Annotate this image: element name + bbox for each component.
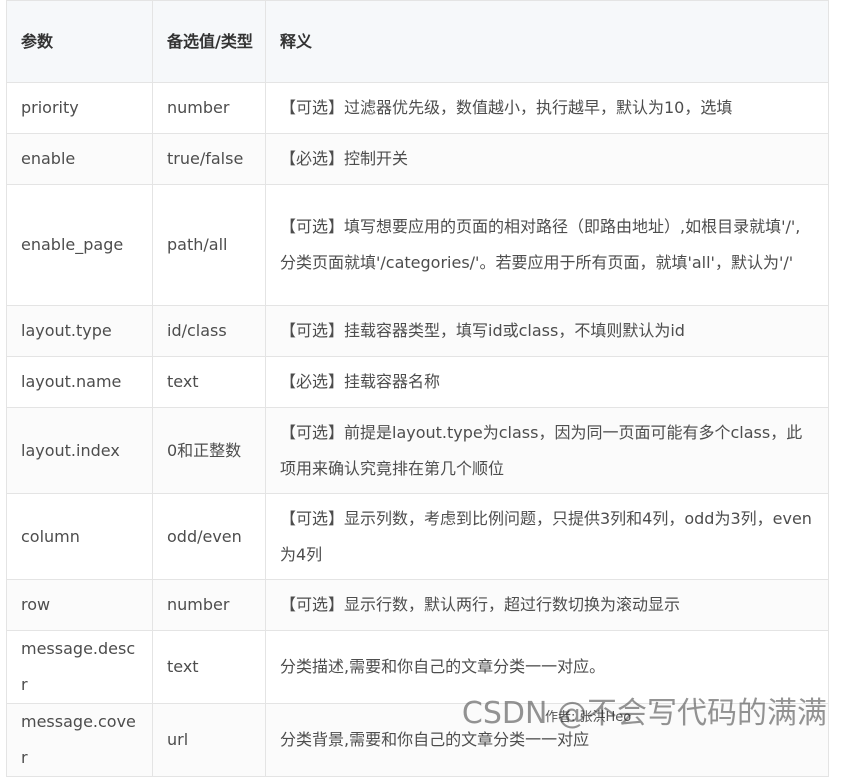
desc-cell: 【必选】挂载容器名称 — [265, 356, 829, 408]
value-cell: number — [152, 579, 266, 631]
value-cell: id/class — [152, 305, 266, 357]
param-cell: layout.name — [6, 356, 153, 408]
header-value: 备选值/类型 — [152, 0, 266, 83]
desc-cell: 【必选】控制开关 — [265, 133, 829, 185]
table-row: enable true/false 【必选】控制开关 — [6, 133, 829, 185]
desc-cell: 【可选】填写想要应用的页面的相对路径（即路由地址）,如根目录就填'/',分类页面… — [265, 184, 829, 306]
desc-cell: 【可选】显示行数，默认两行，超过行数切换为滚动显示 — [265, 579, 829, 631]
table-row: layout.name text 【必选】挂载容器名称 — [6, 356, 829, 408]
desc-cell: 【可选】过滤器优先级，数值越小，执行越早，默认为10，选填 — [265, 82, 829, 134]
value-cell: text — [152, 630, 266, 704]
table-row: priority number 【可选】过滤器优先级，数值越小，执行越早，默认为… — [6, 82, 829, 134]
desc-cell: 【可选】挂载容器类型，填写id或class，不填则默认为id — [265, 305, 829, 357]
param-cell: row — [6, 579, 153, 631]
table-header-row: 参数 备选值/类型 释义 — [6, 0, 829, 83]
value-cell: path/all — [152, 184, 266, 306]
config-table: 参数 备选值/类型 释义 priority number 【可选】过滤器优先级，… — [6, 0, 829, 777]
table-row: message.cover url 分类背景,需要和你自己的文章分类一一对应 — [6, 703, 829, 777]
value-cell: text — [152, 356, 266, 408]
header-desc: 释义 — [265, 0, 829, 83]
param-cell: enable_page — [6, 184, 153, 306]
param-cell: priority — [6, 82, 153, 134]
value-cell: true/false — [152, 133, 266, 185]
desc-cell: 分类描述,需要和你自己的文章分类一一对应。 — [265, 630, 829, 704]
table-row: enable_page path/all 【可选】填写想要应用的页面的相对路径（… — [6, 184, 829, 306]
desc-cell: 【可选】前提是layout.type为class，因为同一页面可能有多个clas… — [265, 407, 829, 494]
desc-cell: 分类背景,需要和你自己的文章分类一一对应 — [265, 703, 829, 777]
value-cell: url — [152, 703, 266, 777]
param-cell: layout.index — [6, 407, 153, 494]
table-row: layout.index 0和正整数 【可选】前提是layout.type为cl… — [6, 407, 829, 494]
param-cell: enable — [6, 133, 153, 185]
param-cell: layout.type — [6, 305, 153, 357]
param-cell: column — [6, 493, 153, 580]
desc-cell: 【可选】显示列数，考虑到比例问题，只提供3列和4列，odd为3列，even为4列 — [265, 493, 829, 580]
value-cell: 0和正整数 — [152, 407, 266, 494]
header-param: 参数 — [6, 0, 153, 83]
table-row: layout.type id/class 【可选】挂载容器类型，填写id或cla… — [6, 305, 829, 357]
table-row: column odd/even 【可选】显示列数，考虑到比例问题，只提供3列和4… — [6, 493, 829, 580]
param-cell: message.descr — [6, 630, 153, 704]
param-cell: message.cover — [6, 703, 153, 777]
table-row: row number 【可选】显示行数，默认两行，超过行数切换为滚动显示 — [6, 579, 829, 631]
value-cell: number — [152, 82, 266, 134]
value-cell: odd/even — [152, 493, 266, 580]
table-row: message.descr text 分类描述,需要和你自己的文章分类一一对应。 — [6, 630, 829, 704]
